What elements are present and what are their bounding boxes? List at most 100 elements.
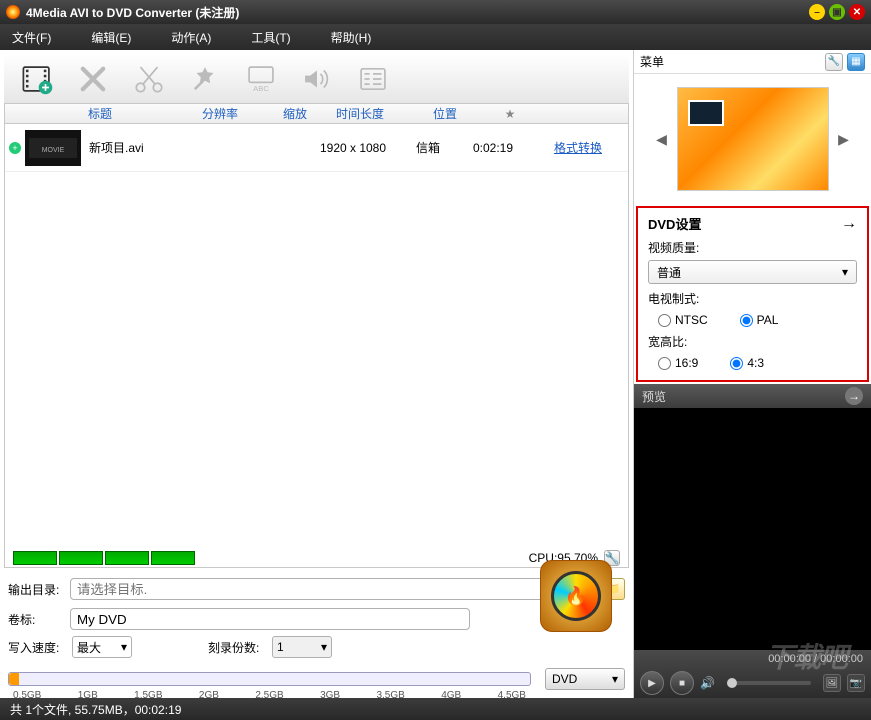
status-text: 共 1个文件, 55.75MB，00:02:19 bbox=[10, 701, 181, 718]
aspect-label: 宽高比: bbox=[648, 333, 857, 350]
col-position[interactable]: 位置 bbox=[395, 105, 495, 122]
camera-icon: 📷 bbox=[850, 678, 862, 689]
audio-button[interactable] bbox=[292, 57, 342, 101]
menu-tools-button[interactable]: 🔧 bbox=[825, 53, 843, 71]
add-file-button[interactable] bbox=[12, 57, 62, 101]
next-template-button[interactable]: ▶ bbox=[837, 131, 851, 148]
arrow-right-icon: → bbox=[848, 389, 860, 403]
row-resolution: 1920 x 1080 bbox=[308, 141, 398, 155]
table-header: 标题 分辨率 缩放 时间长度 位置 ★ bbox=[4, 104, 629, 124]
cpu-row: CPU:95.70% 🔧 bbox=[4, 548, 629, 568]
menu-action[interactable]: 动作(A) bbox=[171, 29, 211, 46]
dvd-settings-panel: DVD设置 → 视频质量: 普通 ▾ 电视制式: NTSC PAL 宽高比: 1… bbox=[636, 206, 869, 382]
volume-input[interactable] bbox=[70, 608, 470, 630]
disc-type-select[interactable]: DVD▾ bbox=[545, 668, 625, 690]
radio-pal[interactable]: PAL bbox=[740, 313, 779, 327]
image-icon: 🖼 bbox=[826, 678, 839, 689]
close-button[interactable]: ✕ bbox=[849, 4, 865, 20]
chevron-down-icon: ▾ bbox=[321, 640, 327, 654]
preview-controls: 00:00:00 / 00:00:00 ▶ ■ 🔊 🖼 📷 bbox=[634, 650, 871, 698]
minimize-button[interactable]: – bbox=[809, 4, 825, 20]
effects-button[interactable] bbox=[180, 57, 230, 101]
radio-ntsc[interactable]: NTSC bbox=[658, 313, 708, 327]
menu-template-thumbnail[interactable] bbox=[677, 87, 829, 191]
wrench-icon: 🔧 bbox=[828, 56, 840, 67]
row-format-link[interactable]: 格式转换 bbox=[554, 141, 602, 155]
delete-button[interactable] bbox=[68, 57, 118, 101]
preview-expand-button[interactable]: → bbox=[845, 387, 863, 405]
play-icon: ▶ bbox=[648, 678, 656, 689]
menu-tools[interactable]: 工具(T) bbox=[251, 29, 290, 46]
size-scale: 0.5GB1GB1.5GB2GB2.5GB3GB3.5GB4GB4.5GB DV… bbox=[0, 664, 633, 698]
preview-timecode: 00:00:00 / 00:00:00 bbox=[768, 653, 863, 665]
svg-text:ABC: ABC bbox=[253, 83, 269, 92]
row-zoom: 信箱 bbox=[398, 139, 458, 156]
volume-label: 卷标: bbox=[8, 611, 64, 628]
menu-grid-button[interactable]: ▦ bbox=[847, 53, 865, 71]
snapshot-button[interactable]: 🖼 bbox=[823, 674, 841, 692]
speed-select[interactable]: 最大▾ bbox=[72, 636, 132, 658]
menu-bar: 文件(F) 编辑(E) 动作(A) 工具(T) 帮助(H) bbox=[0, 24, 871, 50]
video-quality-select[interactable]: 普通 ▾ bbox=[648, 260, 857, 284]
video-quality-label: 视频质量: bbox=[648, 239, 857, 256]
chevron-down-icon: ▾ bbox=[842, 265, 848, 279]
preview-video-area bbox=[634, 408, 871, 650]
cut-button[interactable] bbox=[124, 57, 174, 101]
tv-mode-label: 电视制式: bbox=[648, 290, 857, 307]
radio-169[interactable]: 16:9 bbox=[658, 356, 698, 370]
chapter-button[interactable] bbox=[348, 57, 398, 101]
app-logo-icon bbox=[6, 5, 20, 19]
menu-edit[interactable]: 编辑(E) bbox=[91, 29, 131, 46]
volume-icon bbox=[300, 62, 334, 96]
collapse-arrow-icon[interactable]: → bbox=[841, 215, 857, 233]
camera-button[interactable]: 📷 bbox=[847, 674, 865, 692]
output-path-input[interactable] bbox=[70, 578, 569, 600]
table-row[interactable]: + 新项目.avi 1920 x 1080 信箱 0:02:19 格式转换 bbox=[5, 124, 628, 172]
row-filename: 新项目.avi bbox=[89, 139, 308, 156]
play-button[interactable]: ▶ bbox=[640, 671, 664, 695]
menu-file[interactable]: 文件(F) bbox=[12, 29, 51, 46]
chevron-down-icon: ▾ bbox=[612, 672, 618, 686]
seek-slider[interactable] bbox=[727, 681, 811, 685]
speed-label: 写入速度: bbox=[8, 639, 64, 656]
delete-x-icon bbox=[76, 62, 110, 96]
grid-icon: ▦ bbox=[851, 56, 860, 67]
size-track[interactable]: 0.5GB1GB1.5GB2GB2.5GB3GB3.5GB4GB4.5GB bbox=[8, 672, 531, 686]
title-bar: 4Media AVI to DVD Converter (未注册) – ▣ ✕ bbox=[0, 0, 871, 24]
subtitle-button[interactable]: ABC bbox=[236, 57, 286, 101]
burn-button[interactable]: 🔥 bbox=[540, 560, 612, 632]
stop-button[interactable]: ■ bbox=[670, 671, 694, 695]
output-form: 输出目录: ▾ 📁 卷标: bbox=[0, 568, 633, 636]
col-title[interactable]: 标题 bbox=[25, 105, 175, 122]
film-add-icon bbox=[20, 62, 54, 96]
list-icon bbox=[356, 62, 390, 96]
preview-title: 预览 bbox=[642, 388, 666, 405]
volume-icon[interactable]: 🔊 bbox=[700, 676, 715, 690]
dvd-settings-title: DVD设置 bbox=[648, 214, 701, 233]
status-bar: 共 1个文件, 55.75MB，00:02:19 bbox=[0, 698, 871, 720]
toolbar: ABC bbox=[4, 54, 629, 104]
row-duration: 0:02:19 bbox=[458, 141, 528, 155]
size-used-bar bbox=[9, 673, 19, 685]
file-list: + 新项目.avi 1920 x 1080 信箱 0:02:19 格式转换 bbox=[4, 124, 629, 548]
col-zoom[interactable]: 缩放 bbox=[265, 105, 325, 122]
chevron-down-icon: ▾ bbox=[121, 640, 127, 654]
radio-43[interactable]: 4:3 bbox=[730, 356, 764, 370]
preview-header: 预览 → bbox=[634, 384, 871, 408]
col-resolution[interactable]: 分辨率 bbox=[175, 105, 265, 122]
menu-help[interactable]: 帮助(H) bbox=[331, 29, 372, 46]
copies-label: 刻录份数: bbox=[208, 639, 264, 656]
size-ticks: 0.5GB1GB1.5GB2GB2.5GB3GB3.5GB4GB4.5GB bbox=[9, 690, 530, 701]
film-abc-icon: ABC bbox=[244, 62, 278, 96]
menu-panel-header: 菜单 🔧 ▦ bbox=[634, 50, 871, 74]
col-duration[interactable]: 时间长度 bbox=[325, 105, 395, 122]
scissors-icon bbox=[132, 62, 166, 96]
disc-icon: 🔥 bbox=[551, 571, 601, 621]
video-thumbnail bbox=[25, 130, 81, 166]
maximize-button[interactable]: ▣ bbox=[829, 4, 845, 20]
prev-template-button[interactable]: ◀ bbox=[655, 131, 669, 148]
star-wand-icon bbox=[188, 62, 222, 96]
col-star[interactable]: ★ bbox=[495, 107, 525, 121]
template-video-slot bbox=[688, 100, 724, 126]
copies-select[interactable]: 1▾ bbox=[272, 636, 332, 658]
